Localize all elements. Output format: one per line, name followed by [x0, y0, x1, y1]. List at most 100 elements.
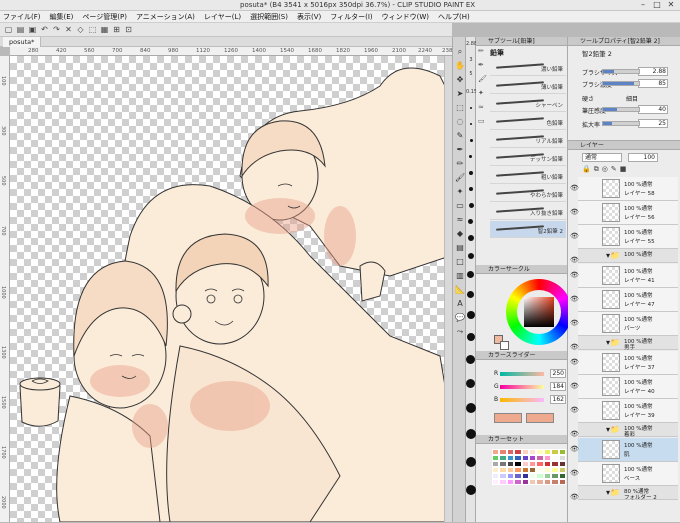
open-icon[interactable]: ▤: [16, 25, 25, 34]
color-set-grid[interactable]: [492, 449, 566, 509]
subtool-group[interactable]: 鉛筆: [490, 48, 504, 58]
slider-value[interactable]: 184: [550, 382, 566, 391]
zoom-tool-icon[interactable]: ⌕: [455, 47, 465, 57]
fill-tool-icon[interactable]: ◆: [455, 229, 465, 239]
layer-row[interactable]: 👁 100 %通常 レイヤー 40: [570, 375, 678, 399]
folder-icon[interactable]: ▾📁: [606, 425, 620, 434]
current-color-preview[interactable]: [494, 413, 522, 423]
brush-dot[interactable]: [470, 139, 473, 142]
menu-filter[interactable]: フィルター(I): [330, 12, 372, 22]
layer-row[interactable]: 👁 100 %通常 レイヤー 47: [570, 288, 678, 312]
prop-value[interactable]: 25: [638, 119, 668, 128]
deselect-icon[interactable]: ⬚: [88, 25, 97, 34]
layer-folder[interactable]: 👁 ▾📁 100 %通常 男手: [570, 336, 678, 351]
new-file-icon[interactable]: ▢: [4, 25, 13, 34]
blend-mode-select[interactable]: 通常: [582, 153, 622, 162]
color-swatch[interactable]: [543, 479, 552, 485]
visibility-eye-icon[interactable]: 👁: [570, 382, 579, 390]
snap-ruler-icon[interactable]: ⊞: [112, 25, 121, 34]
subtool-item-selected[interactable]: 智2鉛筆 2: [490, 221, 566, 238]
brush-dot[interactable]: [466, 457, 476, 467]
folder-icon[interactable]: ▾📁: [606, 251, 620, 260]
brush-dot[interactable]: [466, 429, 476, 439]
color-swatch[interactable]: [521, 479, 529, 485]
figure-tool-icon[interactable]: □: [455, 257, 465, 267]
brush-dot[interactable]: [467, 311, 475, 319]
layer-folder[interactable]: 👁 ▾📁 100 %通常: [570, 249, 678, 264]
subtool-item[interactable]: 粗い鉛筆: [490, 167, 566, 184]
prop-value[interactable]: 2.88: [638, 67, 668, 76]
visibility-eye-icon[interactable]: 👁: [570, 343, 579, 351]
hardness-row[interactable]: 硬さ 細目: [582, 93, 678, 103]
selection-tool-icon[interactable]: ⬚: [455, 103, 465, 113]
pen-tool-icon[interactable]: ✒: [455, 145, 465, 155]
canvas-scrollbar[interactable]: [444, 56, 452, 522]
snap-grid-icon[interactable]: ⊡: [124, 25, 133, 34]
slider-g[interactable]: G 184: [494, 382, 566, 392]
gradient-tool-icon[interactable]: ▤: [455, 243, 465, 253]
balloon-tool-icon[interactable]: 💬: [455, 313, 465, 323]
document-tab[interactable]: posuta*: [3, 37, 42, 47]
subtool-item[interactable]: 色鉛筆: [490, 113, 566, 130]
color-swatch[interactable]: [499, 479, 507, 485]
visibility-eye-icon[interactable]: 👁: [570, 493, 579, 501]
eyedropper-tool-icon[interactable]: ✎: [455, 131, 465, 141]
visibility-eye-icon[interactable]: 👁: [570, 256, 579, 264]
color-swatch[interactable]: [558, 479, 566, 485]
visibility-eye-icon[interactable]: 👁: [570, 469, 579, 477]
transform-icon[interactable]: ◇: [76, 25, 85, 34]
layer-row[interactable]: 👁 100 %通常 レイヤー 37: [570, 351, 678, 375]
subtool-item[interactable]: シャーペン: [490, 95, 566, 112]
slider-track[interactable]: [500, 398, 544, 402]
draft-icon[interactable]: ✎: [611, 165, 617, 174]
brush-dot[interactable]: [469, 203, 474, 208]
brush-dot[interactable]: [466, 485, 476, 495]
text-tool-icon[interactable]: A: [455, 299, 465, 309]
subtool-item[interactable]: リアル鉛筆: [490, 131, 566, 148]
airbrush-icon[interactable]: ✦: [478, 89, 488, 97]
brush-dot[interactable]: [468, 253, 474, 259]
layer-folder[interactable]: 👁 ▾📁 100 %通常 着彩: [570, 423, 678, 438]
visibility-eye-icon[interactable]: 👁: [570, 445, 579, 453]
brush-dot[interactable]: [466, 403, 476, 413]
sub-color-swatch[interactable]: [500, 341, 509, 350]
subtool-item[interactable]: やわらか鉛筆: [490, 185, 566, 202]
color-swatch[interactable]: [529, 479, 537, 485]
main-color-swatch[interactable]: [455, 355, 465, 365]
prop-slider[interactable]: [602, 107, 640, 112]
palette-color-icon[interactable]: ■: [620, 165, 627, 174]
subtool-item[interactable]: 入り抜き鉛筆: [490, 203, 566, 220]
color-swatch[interactable]: [551, 479, 559, 485]
reference-icon[interactable]: ◎: [602, 165, 608, 174]
pressure-row[interactable]: 筆圧感度 40: [582, 105, 678, 115]
brush-dot[interactable]: [466, 355, 475, 364]
brush-dot[interactable]: [468, 235, 474, 241]
hand-tool-icon[interactable]: ✋: [455, 61, 465, 71]
layer-row[interactable]: 👁 100 %通常 レイヤー 55: [570, 225, 678, 249]
brush-dot[interactable]: [470, 123, 472, 125]
visibility-eye-icon[interactable]: 👁: [570, 319, 579, 327]
brush-size-row[interactable]: ブラシサイズ 2.88: [582, 67, 678, 77]
slider-r[interactable]: R 250: [494, 369, 566, 379]
layer-row[interactable]: 👁 100 %通常 レイヤー 41: [570, 264, 678, 288]
layer-row[interactable]: 👁 100 %通常 パーツ: [570, 312, 678, 336]
layer-row[interactable]: 👁 100 %通常 レイヤー 58: [570, 177, 678, 201]
ruler-tool-icon[interactable]: 📐: [455, 285, 465, 295]
color-swatch[interactable]: [492, 479, 500, 485]
subtool-item[interactable]: 薄い鉛筆: [490, 77, 566, 94]
undo-icon[interactable]: ↶: [40, 25, 49, 34]
brush-size-value[interactable]: 3: [466, 57, 476, 63]
visibility-eye-icon[interactable]: 👁: [570, 232, 579, 240]
layer-row[interactable]: 👁 100 %通常 ベース: [570, 462, 678, 486]
menu-edit[interactable]: 編集(E): [50, 12, 74, 22]
prop-slider[interactable]: [602, 81, 640, 86]
subtool-item[interactable]: デッサン鉛筆: [490, 149, 566, 166]
prop-slider[interactable]: [602, 69, 640, 74]
prop-slider[interactable]: [602, 121, 640, 126]
pencil-tool-icon[interactable]: ✏: [455, 159, 465, 169]
previous-color-preview[interactable]: [526, 413, 554, 423]
color-swatch[interactable]: [536, 479, 544, 485]
brush-size-value[interactable]: 2.88: [466, 41, 477, 47]
color-swatch[interactable]: [506, 479, 515, 485]
slider-track[interactable]: [500, 372, 544, 376]
